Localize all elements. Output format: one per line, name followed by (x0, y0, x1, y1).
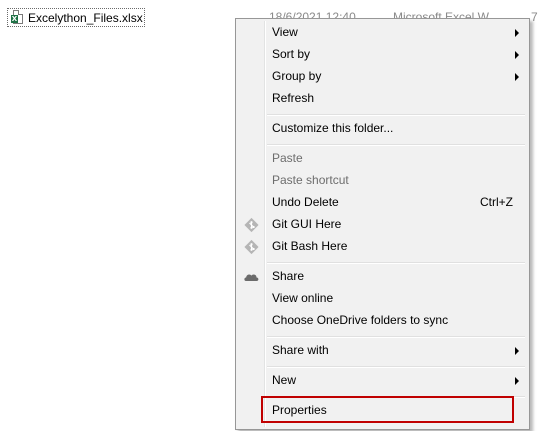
menu-separator (267, 144, 525, 146)
menu-item-undo-delete[interactable]: Undo Delete Ctrl+Z (238, 192, 527, 214)
file-name: Excelython_Files.xlsx (28, 10, 143, 25)
file-size: 7 (531, 10, 538, 24)
submenu-arrow-icon (515, 73, 519, 81)
menu-item-label: Sort by (272, 47, 311, 61)
menu-item-label: Undo Delete (272, 195, 339, 209)
menu-item-paste: Paste (238, 148, 527, 170)
menu-item-label: Choose OneDrive folders to sync (272, 313, 449, 327)
properties-highlight-box (261, 396, 514, 423)
excel-file-icon: X (11, 10, 24, 25)
menu-item-sort-by[interactable]: Sort by (238, 44, 527, 66)
git-icon (243, 239, 260, 255)
menu-item-choose-onedrive-folders[interactable]: Choose OneDrive folders to sync (238, 310, 527, 332)
menu-separator (267, 366, 525, 368)
file-name-cell[interactable]: X Excelython_Files.xlsx (7, 8, 145, 27)
menu-item-label: Git Bash Here (272, 239, 348, 253)
submenu-arrow-icon (515, 29, 519, 37)
menu-item-label: View online (272, 291, 334, 305)
menu-item-label: New (272, 373, 297, 387)
menu-item-share-with[interactable]: Share with (238, 340, 527, 362)
menu-item-new[interactable]: New (238, 370, 527, 392)
menu-separator (267, 114, 525, 116)
submenu-arrow-icon (515, 377, 519, 385)
menu-item-refresh[interactable]: Refresh (238, 88, 527, 110)
menu-item-label: Git GUI Here (272, 217, 342, 231)
menu-item-git-gui-here[interactable]: Git GUI Here (238, 214, 527, 236)
menu-item-label: Customize this folder... (272, 121, 394, 135)
menu-item-view[interactable]: View (238, 22, 527, 44)
context-menu: View Sort by Group by Refresh Customize … (235, 18, 530, 430)
menu-item-label: Refresh (272, 91, 315, 105)
submenu-arrow-icon (515, 51, 519, 59)
menu-item-group-by[interactable]: Group by (238, 66, 527, 88)
menu-item-label: View (272, 25, 298, 39)
menu-item-git-bash-here[interactable]: Git Bash Here (238, 236, 527, 258)
submenu-arrow-icon (515, 347, 519, 355)
menu-item-share[interactable]: Share (238, 266, 527, 288)
menu-item-shortcut: Ctrl+Z (480, 195, 513, 209)
menu-item-customize-folder[interactable]: Customize this folder... (238, 118, 527, 140)
menu-item-label: Paste shortcut (272, 173, 349, 187)
git-icon (243, 217, 260, 233)
menu-item-label: Share with (272, 343, 329, 357)
menu-separator (267, 262, 525, 264)
menu-item-view-online[interactable]: View online (238, 288, 527, 310)
menu-item-label: Share (272, 269, 305, 283)
onedrive-cloud-icon (243, 269, 260, 285)
menu-separator (267, 336, 525, 338)
menu-item-paste-shortcut: Paste shortcut (238, 170, 527, 192)
menu-item-label: Paste (272, 151, 303, 165)
menu-item-label: Group by (272, 69, 322, 83)
